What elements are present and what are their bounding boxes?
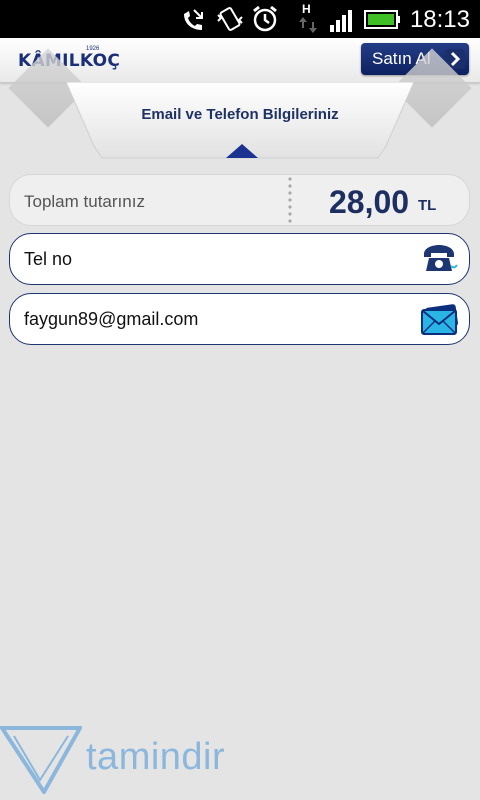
alarm-icon [253,5,277,32]
email-row [9,293,470,345]
vibrate-icon [217,7,243,31]
phone-row [9,233,470,285]
status-bar: H 18:13 [0,0,480,38]
tab-banner: Email ve Telefon Bilgileriniz [0,48,480,162]
data-transfer-icon: H [298,2,318,36]
telephone-icon [424,245,458,271]
tab-title: Email ve Telefon Bilgileriniz [141,106,339,123]
total-amount: 28,00 [329,184,410,220]
watermark-text: tamindir [86,736,226,778]
total-currency: TL [418,197,437,214]
email-input[interactable] [24,304,404,334]
total-row: Toplam tutarınız 28,00 TL [9,174,470,226]
network-type-label: H [302,2,311,16]
envelope-icon [421,304,458,335]
battery-icon [364,10,400,29]
watermark-logo-icon [0,726,82,794]
missed-call-icon [184,9,203,30]
status-time: 18:13 [409,6,470,33]
phone-input[interactable] [24,244,404,274]
signal-icon [330,10,352,32]
total-label: Toplam tutarınız [24,192,145,211]
divider-dots [288,177,292,223]
brand-logo-year: 1926 [86,46,100,52]
watermark: tamindir [0,722,260,794]
